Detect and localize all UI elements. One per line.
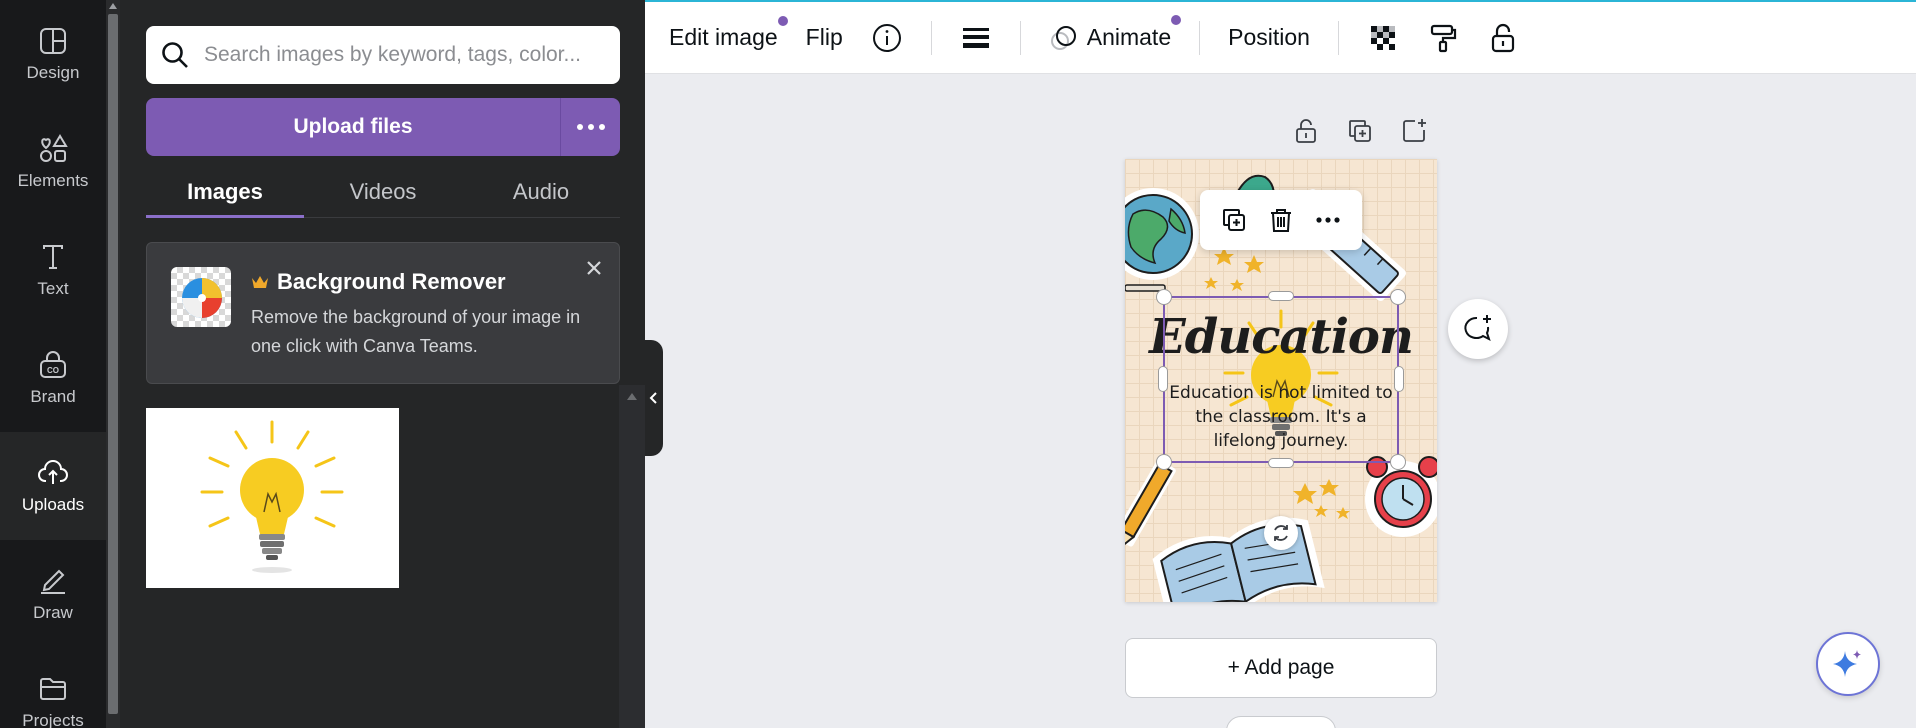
rotate-handle[interactable]: [1264, 516, 1298, 550]
media-tabs: Images Videos Audio: [146, 168, 620, 218]
promo-description: Remove the background of your image in o…: [251, 307, 581, 356]
transparency-icon[interactable]: [1367, 22, 1399, 54]
scrollbar-thumb[interactable]: [108, 14, 118, 714]
editor-toolbar: Edit image Flip Animate Position: [645, 0, 1916, 74]
design-icon: [40, 28, 66, 54]
animate-icon: [1050, 25, 1076, 50]
paint-roller-icon[interactable]: [1427, 22, 1459, 54]
tab-images[interactable]: Images: [146, 168, 304, 218]
toolbar-divider: [1199, 20, 1201, 55]
brand-icon: CO: [40, 351, 66, 378]
toolbar-divider: [1019, 20, 1021, 55]
book-sticker: [1152, 517, 1325, 602]
rail-item-elements[interactable]: Elements: [0, 108, 106, 216]
notification-dot: [777, 16, 788, 26]
rail-item-label: Uploads: [21, 495, 85, 514]
resize-handle-left[interactable]: [1158, 366, 1168, 392]
resize-handle-bottom-left[interactable]: [1156, 454, 1172, 470]
tab-audio[interactable]: Audio: [462, 168, 620, 216]
resize-handle-top-right[interactable]: [1390, 289, 1406, 305]
text-icon: [43, 245, 63, 269]
info-icon[interactable]: [871, 22, 903, 54]
canva-assistant-button[interactable]: [1816, 632, 1880, 696]
resize-handle-bottom[interactable]: [1268, 458, 1294, 468]
position-button[interactable]: Position: [1228, 24, 1310, 51]
upload-files-button[interactable]: Upload files: [146, 98, 560, 156]
search-icon: [162, 42, 188, 68]
resize-handle-top-left[interactable]: [1156, 289, 1172, 305]
add-page-icon[interactable]: [1399, 116, 1429, 146]
uploaded-image-lightbulb[interactable]: [146, 408, 399, 588]
background-remover-promo[interactable]: Background Remover Remove the background…: [146, 242, 620, 384]
elements-icon: [40, 134, 68, 162]
uploads-icon: [38, 460, 68, 484]
selection-box[interactable]: [1163, 296, 1399, 463]
side-rail: Design Elements Text CO Brand Uploads Dr…: [0, 0, 106, 728]
rail-item-label: Projects: [22, 711, 84, 728]
more-dots-icon: [576, 124, 583, 130]
resize-handle-right[interactable]: [1394, 366, 1404, 392]
border-style-icon[interactable]: [960, 22, 992, 54]
element-context-menu: [1200, 190, 1362, 250]
upload-bar: Upload files: [146, 98, 620, 156]
panel-scrollbar[interactable]: [619, 385, 645, 728]
edit-image-button[interactable]: Edit image: [669, 16, 788, 51]
unlock-icon[interactable]: [1291, 116, 1321, 146]
comment-add-icon: [1464, 315, 1491, 341]
rail-item-label: Design: [26, 63, 80, 82]
scroll-up-arrow-icon[interactable]: [109, 3, 117, 9]
globe-sticker: [1125, 188, 1199, 292]
rail-item-label: Text: [37, 279, 69, 298]
notification-dot: [1171, 14, 1182, 25]
close-icon[interactable]: [583, 257, 605, 279]
search-box[interactable]: [146, 26, 620, 84]
rail-item-label: Brand: [30, 387, 76, 406]
projects-icon: [40, 678, 66, 700]
duplicate-page-icon[interactable]: [1345, 116, 1375, 146]
upload-more-button[interactable]: [560, 98, 620, 156]
page-actions: [1291, 116, 1429, 146]
sparkle-icon: [1833, 650, 1861, 677]
toolbar-divider: [930, 20, 932, 55]
rail-item-text[interactable]: Text: [0, 216, 106, 324]
rail-item-label: Draw: [33, 603, 73, 622]
page-notes-toggle[interactable]: [1226, 716, 1336, 728]
crown-icon: [252, 276, 268, 288]
collapse-panel-button[interactable]: [645, 340, 663, 456]
more-options-icon[interactable]: [1313, 205, 1343, 235]
rail-item-design[interactable]: Design: [0, 0, 106, 108]
scroll-up-arrow-icon[interactable]: [627, 393, 637, 400]
duplicate-icon[interactable]: [1219, 205, 1249, 235]
rail-item-draw[interactable]: Draw: [0, 540, 106, 648]
lock-icon[interactable]: [1487, 22, 1519, 54]
rail-item-brand[interactable]: CO Brand: [0, 324, 106, 432]
search-input[interactable]: [204, 43, 604, 67]
chevron-left-icon: [649, 392, 657, 404]
pencil-sticker: [1125, 459, 1176, 552]
animate-button[interactable]: Animate: [1049, 14, 1182, 53]
rotate-icon: [1274, 525, 1288, 541]
beach-ball-thumbnail: [171, 267, 231, 327]
promo-title: Background Remover: [251, 269, 506, 295]
trash-icon[interactable]: [1266, 205, 1296, 235]
tab-videos[interactable]: Videos: [304, 168, 462, 216]
add-page-button[interactable]: + Add page: [1125, 638, 1437, 698]
uploads-panel: Upload files Images Videos Audio Backgro…: [120, 0, 645, 728]
flip-button[interactable]: Flip: [806, 24, 843, 51]
svg-text:CO: CO: [47, 366, 59, 375]
rail-item-projects[interactable]: Projects: [0, 648, 106, 728]
rail-item-label: Elements: [17, 171, 89, 190]
add-comment-button[interactable]: [1448, 299, 1508, 359]
rail-scrollbar[interactable]: [106, 0, 120, 728]
resize-handle-top[interactable]: [1268, 291, 1294, 301]
rail-item-uploads[interactable]: Uploads: [0, 432, 106, 540]
resize-handle-bottom-right[interactable]: [1390, 454, 1406, 470]
toolbar-divider: [1337, 20, 1339, 55]
draw-icon: [41, 569, 65, 594]
